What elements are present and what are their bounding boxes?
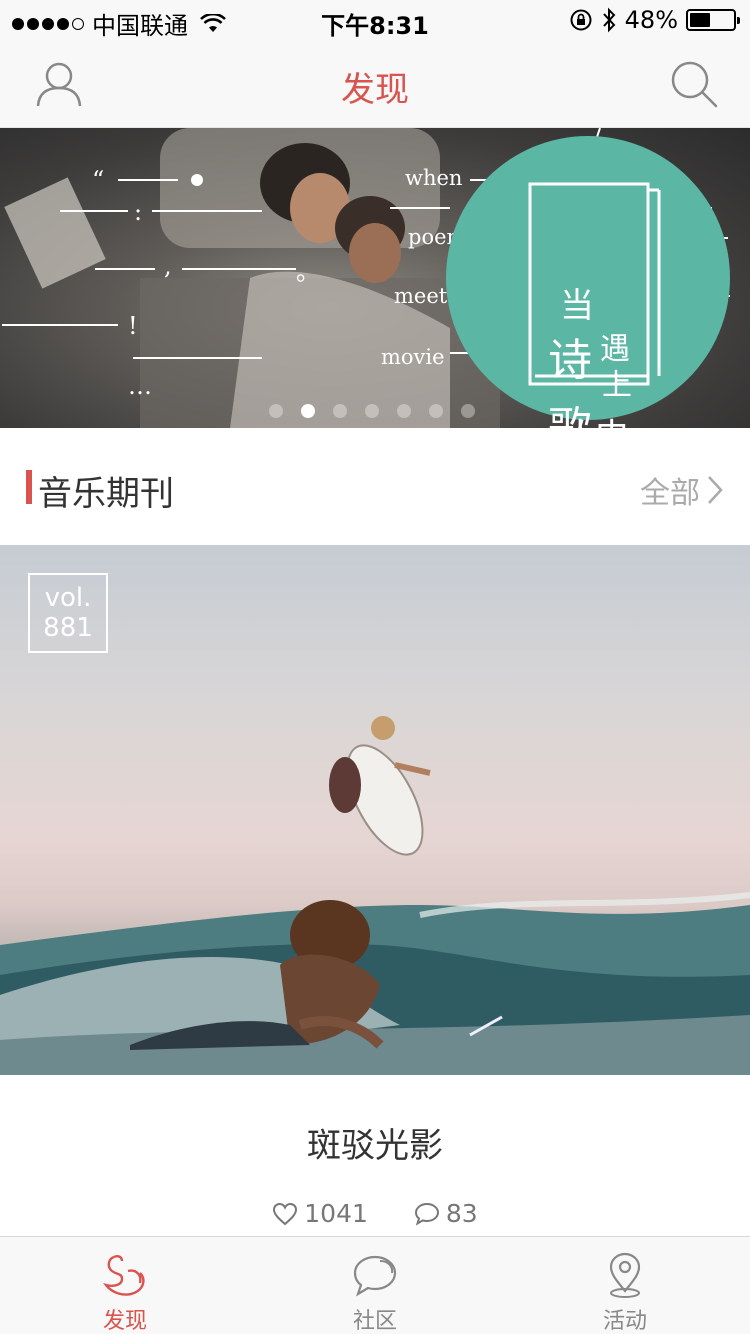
banner-title-char: 当 (560, 286, 594, 326)
banner-punct-ellipsis: … (128, 372, 152, 400)
battery-percent: 48% (624, 6, 678, 34)
page-title: 发现 (341, 70, 409, 110)
banner-word-when: when (405, 166, 463, 190)
section-title: 音乐期刊 (38, 474, 174, 514)
carousel-page-dot[interactable] (333, 404, 347, 418)
banner-punct-quote: “ (92, 166, 105, 194)
nav-bar: 发现 (0, 40, 750, 128)
wifi-icon (200, 13, 226, 32)
carousel-page-dot[interactable] (429, 404, 443, 418)
comment-stat[interactable]: 83 (414, 1199, 478, 1228)
signal-strength-icon (12, 17, 84, 30)
volume-label: vol. (44, 583, 92, 613)
tab-community[interactable]: 社区 (250, 1237, 500, 1334)
tab-discover[interactable]: 发现 (0, 1237, 250, 1334)
heart-icon (273, 1202, 298, 1225)
tab-events[interactable]: 活动 (500, 1237, 750, 1334)
carousel-page-dot[interactable] (301, 404, 315, 418)
carousel-page-dot[interactable] (461, 404, 475, 418)
location-pin-icon (609, 1252, 641, 1298)
banner-punct-colon: : (134, 198, 143, 226)
banner-title-char: 上 (602, 368, 632, 403)
section-header: 音乐期刊 全部 (0, 428, 750, 546)
journal-stats: 1041 83 (0, 1199, 750, 1228)
banner-word-meet: meet (394, 284, 448, 308)
like-stat[interactable]: 1041 (272, 1199, 368, 1228)
swan-icon (103, 1255, 145, 1296)
rotation-lock-icon (570, 9, 592, 31)
cover-photo (0, 716, 750, 1075)
status-right: 48% (569, 6, 740, 34)
status-bar: 中国联通 下午8:31 48% (0, 0, 750, 40)
bluetooth-icon (602, 7, 616, 33)
tab-label: 活动 (602, 1309, 647, 1334)
carrier-name: 中国联通 (92, 12, 188, 40)
see-all-label: 全部 (640, 476, 700, 511)
banner-punct-exclaim: ! (128, 312, 138, 340)
banner-punct-period: 。 (296, 258, 320, 286)
carousel-page-dot[interactable] (269, 404, 283, 418)
comment-count: 83 (445, 1199, 478, 1228)
carousel-page-dot[interactable] (397, 404, 411, 418)
tab-bar: 发现 社区 活动 (0, 1236, 750, 1334)
chat-bubble-icon (353, 1255, 397, 1297)
chevron-right-icon (708, 476, 723, 504)
volume-number: 881 (43, 613, 93, 643)
status-left: 中国联通 (12, 6, 226, 41)
tab-label: 社区 (352, 1309, 397, 1334)
banner-word-movie: movie (381, 345, 445, 369)
banner-punct-comma: , (164, 252, 172, 280)
carousel-page-dot[interactable] (365, 404, 379, 418)
battery-icon (686, 9, 740, 31)
see-all-link[interactable]: 全部 (640, 468, 724, 512)
comment-icon (414, 1202, 439, 1226)
carousel-pager[interactable] (0, 404, 747, 418)
volume-badge: vol. 881 (28, 573, 108, 653)
journal-cover[interactable]: vol. 881 (0, 545, 750, 1075)
tab-label: 发现 (102, 1309, 147, 1334)
journal-title[interactable]: 斑驳光影 (0, 1118, 750, 1167)
banner-carousel[interactable]: “ : , 。 ! … when poem meet movie 当 诗 遇 上… (0, 128, 750, 428)
banner-title-char: 诗 (548, 335, 592, 386)
search-icon[interactable] (668, 58, 720, 110)
section-accent-bar (26, 470, 32, 504)
like-count: 1041 (304, 1199, 368, 1228)
